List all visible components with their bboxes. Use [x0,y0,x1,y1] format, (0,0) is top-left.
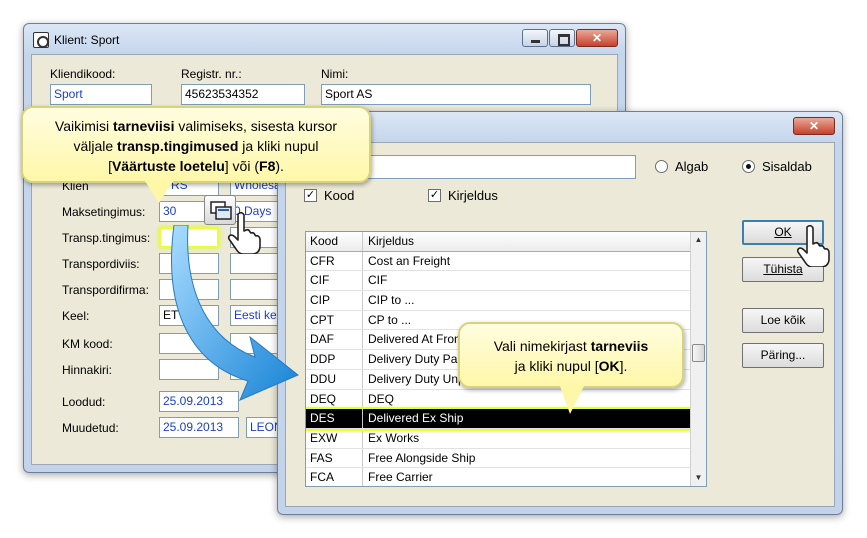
list-row[interactable]: CIF CIF [306,271,690,292]
code-label: Kliendikood: [50,67,116,81]
c1-t4: ja kliki nupul [238,138,319,154]
value-list-close-icon[interactable] [793,117,835,135]
list-cell-description: Free Alongside Ship [368,450,476,465]
c2-t2: ja kliki nupul [ [514,358,599,374]
column-header-description[interactable]: Kirjeldus [363,232,690,251]
list-row-selected[interactable]: DES Delivered Ex Ship [306,407,692,431]
scroll-up-icon[interactable]: ▲ [691,232,706,248]
name-field[interactable]: Sport AS [321,84,591,105]
list-row[interactable]: FCA Free Carrier [306,468,690,486]
callout-1-pointer [145,181,173,203]
window-controls [521,29,618,47]
list-row[interactable]: FAS Free Alongside Ship [306,448,690,469]
c2-b2: OK [598,358,620,374]
vat-label: KM kood: [62,337,113,351]
c1-b3: Väärtuste loetelu [111,158,225,174]
radio-contains[interactable] [742,160,755,173]
minimize-icon[interactable] [522,29,548,47]
client-window-title: Klient: Sport [54,33,120,47]
modified-label: Muudetud: [62,421,119,435]
list-cell-code: EXW [306,428,363,448]
c1-b1: tarneviisi [113,118,175,134]
c1-b4: F8 [259,158,276,174]
list-cell-code: CIP [306,291,363,310]
list-header: Kood Kirjeldus [306,232,690,252]
list-row[interactable]: CIP CIP to ... [306,291,690,311]
list-cell-description: CIP to ... [368,293,415,308]
radio-starts-with-label: Algab [675,159,709,174]
created-label: Loodud: [62,395,106,409]
check-code[interactable]: ✓ [304,189,317,202]
client-titlebar[interactable]: Klient: Sport [24,24,625,54]
c2-t1: Vali nimekirjast [493,338,591,354]
list-cell-description: Free Carrier [368,470,433,485]
language-label: Keel: [62,309,90,323]
check-code-label: Kood [324,188,355,203]
list-cell-code: CFR [306,251,363,271]
list-row[interactable]: CFR Cost an Freight [306,251,690,272]
scroll-thumb[interactable] [692,344,705,362]
code-field[interactable]: Sport [50,84,152,105]
delivery-terms-label: Transp.tingimus: [62,231,151,245]
c1-t1: Vaikimisi [54,118,113,134]
list-cell-code: DES [306,409,363,428]
radio-contains-label: Sisaldab [762,159,812,174]
c1-t6: ] või ( [224,158,260,174]
list-cell-description: Cost an Freight [368,253,451,268]
hand-cursor-ok-icon [796,224,830,267]
list-cell-description: CIF [368,273,388,288]
ok-button-label: OK [774,225,792,239]
list-cell-code: DEQ [306,389,363,409]
list-cell-code: DAF [306,330,363,350]
price-list-label: Hinnakiri: [62,363,113,377]
column-header-code[interactable]: Kood [306,232,363,251]
load-all-button[interactable]: Loe kõik [742,308,824,333]
reg-field[interactable]: 45623534352 [181,84,305,105]
list-row[interactable]: DEQ DEQ [306,389,690,410]
list-cell-description: Delivered Ex Ship [368,411,464,426]
list-row[interactable]: EXW Ex Works [306,428,690,449]
c2-t3: ]. [619,358,628,374]
modified-field: 25.09.2013 [159,417,239,438]
c2-b1: tarneviis [590,338,649,354]
hand-cursor-icon [227,211,261,254]
name-label: Nimi: [321,67,349,81]
list-cell-code: CIF [306,271,363,291]
radio-starts-with[interactable] [655,160,668,173]
query-button[interactable]: Päring... [742,343,824,368]
value-list-window-controls [792,117,835,135]
instruction-callout-2: Vali nimekirjast tarneviis ja kliki nupu… [458,322,684,388]
callout-2-pointer [560,386,584,414]
check-description[interactable]: ✓ [428,189,441,202]
scroll-down-icon[interactable]: ▼ [691,470,706,486]
list-cell-code: DDU [306,369,363,389]
c1-t2: valimiseks, sisesta kursor [174,118,338,134]
reg-label: Registr. nr.: [181,67,242,81]
list-scrollbar[interactable]: ▲ ▼ [690,232,706,486]
list-cell-code: DDP [306,350,363,369]
list-cell-description: DEQ [368,391,395,406]
app-icon [33,32,49,48]
maximize-icon[interactable] [549,29,575,47]
list-cell-code: FAS [306,448,363,468]
transport-method-label: Transpordiviis: [62,257,140,271]
list-cell-code: CPT [306,310,363,330]
c1-t7: ). [275,158,284,174]
check-description-label: Kirjeldus [448,188,498,203]
instruction-callout-1: Vaikimisi tarneviisi valimiseks, sisesta… [21,106,371,183]
payment-label: Maksetingimus: [62,205,146,219]
transport-company-label: Transpordifirma: [62,283,149,297]
list-cell-code: FCA [306,468,363,486]
c1-t3: väljale [73,138,118,154]
list-cell-description: Ex Works [368,430,420,445]
close-icon[interactable] [576,29,618,47]
c1-b2: transp.tingimused [117,138,239,154]
